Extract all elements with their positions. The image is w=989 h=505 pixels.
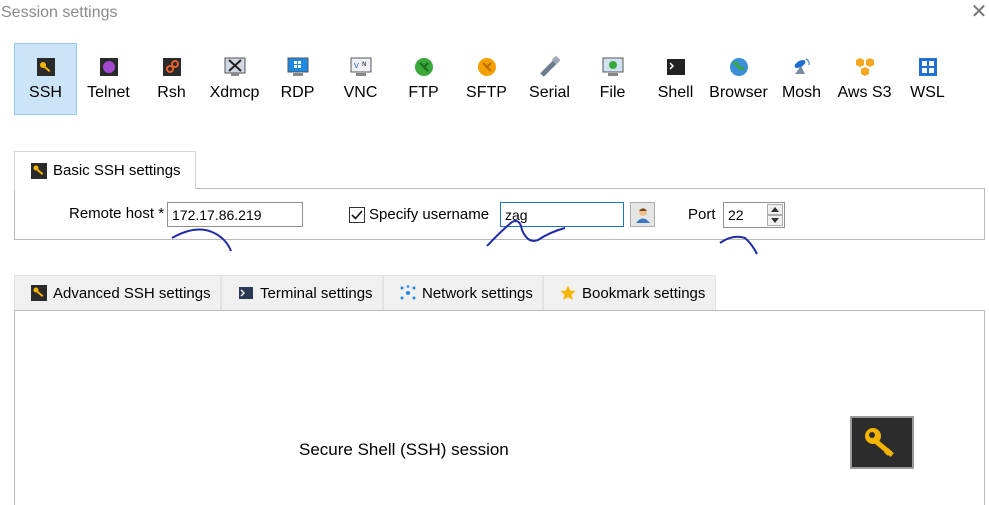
session-type-label: RDP (280, 84, 315, 101)
session-type-rdp[interactable]: RDP (266, 43, 329, 115)
session-type-vnc[interactable]: VN VNC (329, 43, 392, 115)
ftp-icon (413, 56, 435, 78)
session-type-sftp[interactable]: SFTP (455, 43, 518, 115)
tab-label: Network settings (422, 284, 533, 302)
port-spinner[interactable] (723, 202, 785, 228)
session-type-aws-s3[interactable]: Aws S3 (833, 43, 896, 115)
session-type-label: Xdmcp (209, 84, 260, 101)
session-type-label: Browser (709, 84, 768, 101)
key-icon (31, 285, 47, 301)
session-type-label: Rsh (157, 84, 186, 101)
wsl-icon (917, 56, 939, 78)
session-type-file[interactable]: File (581, 43, 644, 115)
shell-icon (665, 56, 687, 78)
session-settings-panel (14, 310, 985, 505)
session-type-label: SSH (29, 84, 62, 101)
browser-icon (728, 56, 750, 78)
ssh-key-icon (850, 416, 914, 469)
ssh-key-icon (35, 56, 57, 78)
spin-down-icon[interactable] (767, 215, 783, 226)
session-type-bar: SSH Telnet Rsh Xdmcp RDP VN VNC FTP SFTP… (14, 43, 959, 115)
star-icon (560, 285, 576, 301)
network-icon (400, 285, 416, 301)
session-type-rsh[interactable]: Rsh (140, 43, 203, 115)
xdmcp-icon (224, 56, 246, 78)
user-picker-button[interactable] (630, 202, 655, 227)
tab-label: Bookmark settings (582, 284, 706, 302)
tab-bookmark-settings[interactable]: Bookmark settings (543, 275, 716, 311)
session-type-label: File (599, 84, 626, 101)
tab-basic-ssh-settings[interactable]: Basic SSH settings (14, 151, 196, 189)
user-icon (635, 207, 650, 223)
port-input[interactable] (724, 203, 766, 227)
session-type-label: FTP (408, 84, 439, 101)
rdp-icon (287, 56, 309, 78)
specify-username-checkbox[interactable] (349, 207, 365, 223)
tab-advanced-ssh-settings[interactable]: Advanced SSH settings (14, 275, 221, 311)
key-icon (31, 162, 47, 179)
session-type-label: Shell (657, 84, 694, 101)
session-type-xdmcp[interactable]: Xdmcp (203, 43, 266, 115)
specify-username-label: Specify username (369, 206, 490, 223)
session-type-label: SFTP (466, 84, 507, 101)
serial-icon (539, 56, 561, 78)
session-type-shell[interactable]: Shell (644, 43, 707, 115)
session-type-label: Mosh (781, 84, 822, 101)
file-icon (602, 56, 624, 78)
checkmark-icon (351, 210, 363, 220)
session-type-ftp[interactable]: FTP (392, 43, 455, 115)
tab-terminal-settings[interactable]: Terminal settings (221, 275, 383, 311)
session-description: Secure Shell (SSH) session (299, 440, 509, 459)
tab-label: Terminal settings (260, 284, 373, 302)
session-type-label: Telnet (87, 84, 130, 101)
aws-s3-icon (854, 56, 876, 78)
close-icon[interactable]: ✕ (968, 2, 989, 24)
session-type-label: WSL (910, 84, 945, 101)
telnet-icon (98, 56, 120, 78)
username-input[interactable] (500, 202, 624, 227)
session-type-label: VNC (343, 84, 378, 101)
spin-up-icon[interactable] (767, 204, 783, 215)
session-type-wsl[interactable]: WSL (896, 43, 959, 115)
svg-text:N: N (362, 61, 367, 68)
session-type-label: Serial (529, 84, 570, 101)
window-title: Session settings (1, 4, 118, 21)
remote-host-input[interactable] (167, 202, 303, 227)
advanced-tabs: Advanced SSH settings Terminal settings … (14, 275, 716, 311)
tab-network-settings[interactable]: Network settings (383, 275, 543, 311)
sftp-icon (476, 56, 498, 78)
session-type-mosh[interactable]: Mosh (770, 43, 833, 115)
session-type-telnet[interactable]: Telnet (77, 43, 140, 115)
remote-host-label: Remote host * (69, 205, 165, 222)
session-type-serial[interactable]: Serial (518, 43, 581, 115)
mosh-icon (791, 56, 813, 78)
vnc-icon: VN (350, 56, 372, 78)
tab-label: Advanced SSH settings (53, 284, 211, 302)
rsh-icon (161, 56, 183, 78)
session-type-browser[interactable]: Browser (707, 43, 770, 115)
port-label: Port (688, 206, 716, 223)
session-type-label: Aws S3 (837, 84, 892, 101)
tab-label: Basic SSH settings (53, 162, 181, 179)
terminal-icon (238, 285, 254, 301)
svg-text:V: V (354, 62, 359, 70)
session-type-ssh[interactable]: SSH (14, 43, 77, 115)
